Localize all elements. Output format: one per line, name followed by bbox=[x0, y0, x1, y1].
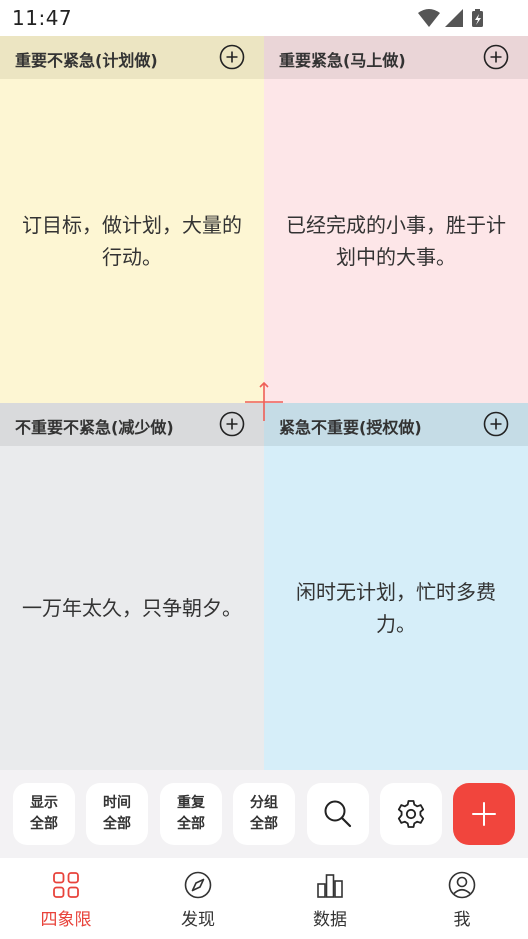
compass-icon bbox=[184, 871, 212, 899]
filter-repeat-button[interactable]: 重复 全部 bbox=[160, 783, 222, 845]
quadrant-title: 紧急不重要(授权做) bbox=[279, 418, 422, 437]
add-task-button[interactable] bbox=[453, 783, 515, 845]
filter-time-button[interactable]: 时间 全部 bbox=[86, 783, 148, 845]
tab-quadrants[interactable]: 四象限 bbox=[0, 858, 132, 939]
battery-charging-icon bbox=[472, 9, 483, 27]
tab-label: 四象限 bbox=[40, 910, 92, 930]
status-icons bbox=[418, 8, 490, 28]
wifi-icon bbox=[418, 9, 440, 27]
quadrant-body[interactable]: 一万年太久，只争朝夕。 bbox=[0, 446, 264, 770]
tab-me[interactable]: 我 bbox=[396, 858, 528, 939]
add-circle-icon[interactable] bbox=[483, 411, 509, 437]
filter-value: 全部 bbox=[103, 816, 131, 832]
filter-label: 分组 bbox=[250, 795, 278, 811]
quadrant-header: 不重要不紧急(减少做) bbox=[0, 403, 264, 446]
gear-icon bbox=[397, 800, 425, 828]
quadrant-important-not-urgent[interactable]: 重要不紧急(计划做) 订目标，做计划，大量的行动。 bbox=[0, 36, 264, 403]
quadrant-placeholder-text: 已经完成的小事，胜于计划中的大事。 bbox=[286, 213, 506, 269]
quadrant-body[interactable]: 订目标，做计划，大量的行动。 bbox=[0, 79, 264, 403]
add-circle-icon[interactable] bbox=[219, 44, 245, 70]
filter-label: 时间 bbox=[103, 795, 131, 811]
status-time: 11:47 bbox=[12, 6, 73, 30]
filter-display-button[interactable]: 显示 全部 bbox=[13, 783, 75, 845]
tab-label: 我 bbox=[453, 910, 471, 930]
signal-icon bbox=[445, 9, 463, 27]
filter-group-button[interactable]: 分组 全部 bbox=[233, 783, 295, 845]
move-crosshair-icon[interactable] bbox=[243, 381, 285, 423]
tab-label: 数据 bbox=[313, 910, 347, 930]
quadrant-title: 重要不紧急(计划做) bbox=[15, 51, 158, 70]
quadrant-not-important-not-urgent[interactable]: 不重要不紧急(减少做) 一万年太久，只争朝夕。 bbox=[0, 403, 264, 770]
add-circle-icon[interactable] bbox=[483, 44, 509, 70]
search-button[interactable] bbox=[307, 783, 369, 845]
user-icon bbox=[448, 871, 476, 899]
filter-toolbar: 显示 全部 时间 全部 重复 全部 分组 全部 bbox=[0, 770, 528, 858]
settings-button[interactable] bbox=[380, 783, 442, 845]
filter-label: 显示 bbox=[30, 795, 58, 811]
quadrant-urgent-not-important[interactable]: 紧急不重要(授权做) 闲时无计划，忙时多费力。 bbox=[264, 403, 528, 770]
quadrant-body[interactable]: 闲时无计划，忙时多费力。 bbox=[264, 446, 528, 770]
quadrant-title: 重要紧急(马上做) bbox=[279, 51, 406, 70]
quadrant-header: 重要紧急(马上做) bbox=[264, 36, 528, 79]
quadrant-placeholder-text: 闲时无计划，忙时多费力。 bbox=[296, 580, 496, 636]
bottom-tab-bar: 四象限 发现 数据 我 bbox=[0, 858, 528, 939]
tab-data[interactable]: 数据 bbox=[264, 858, 396, 939]
filter-label: 重复 bbox=[177, 795, 205, 811]
search-icon bbox=[324, 800, 352, 828]
tab-discover[interactable]: 发现 bbox=[132, 858, 264, 939]
quadrant-header: 紧急不重要(授权做) bbox=[264, 403, 528, 446]
plus-icon bbox=[472, 802, 496, 826]
filter-value: 全部 bbox=[250, 816, 278, 832]
quadrant-placeholder-text: 订目标，做计划，大量的行动。 bbox=[22, 213, 242, 269]
quadrant-important-urgent[interactable]: 重要紧急(马上做) 已经完成的小事，胜于计划中的大事。 bbox=[264, 36, 528, 403]
filter-value: 全部 bbox=[177, 816, 205, 832]
quadrant-body[interactable]: 已经完成的小事，胜于计划中的大事。 bbox=[264, 79, 528, 403]
add-circle-icon[interactable] bbox=[219, 411, 245, 437]
quadrant-placeholder-text: 一万年太久，只争朝夕。 bbox=[22, 596, 242, 620]
tab-label: 发现 bbox=[181, 910, 215, 930]
grid-icon bbox=[53, 872, 79, 898]
filter-value: 全部 bbox=[30, 816, 58, 832]
bar-chart-icon bbox=[317, 874, 343, 898]
status-bar: 11:47 bbox=[0, 0, 528, 36]
quadrant-header: 重要不紧急(计划做) bbox=[0, 36, 264, 79]
quadrant-title: 不重要不紧急(减少做) bbox=[15, 418, 174, 437]
